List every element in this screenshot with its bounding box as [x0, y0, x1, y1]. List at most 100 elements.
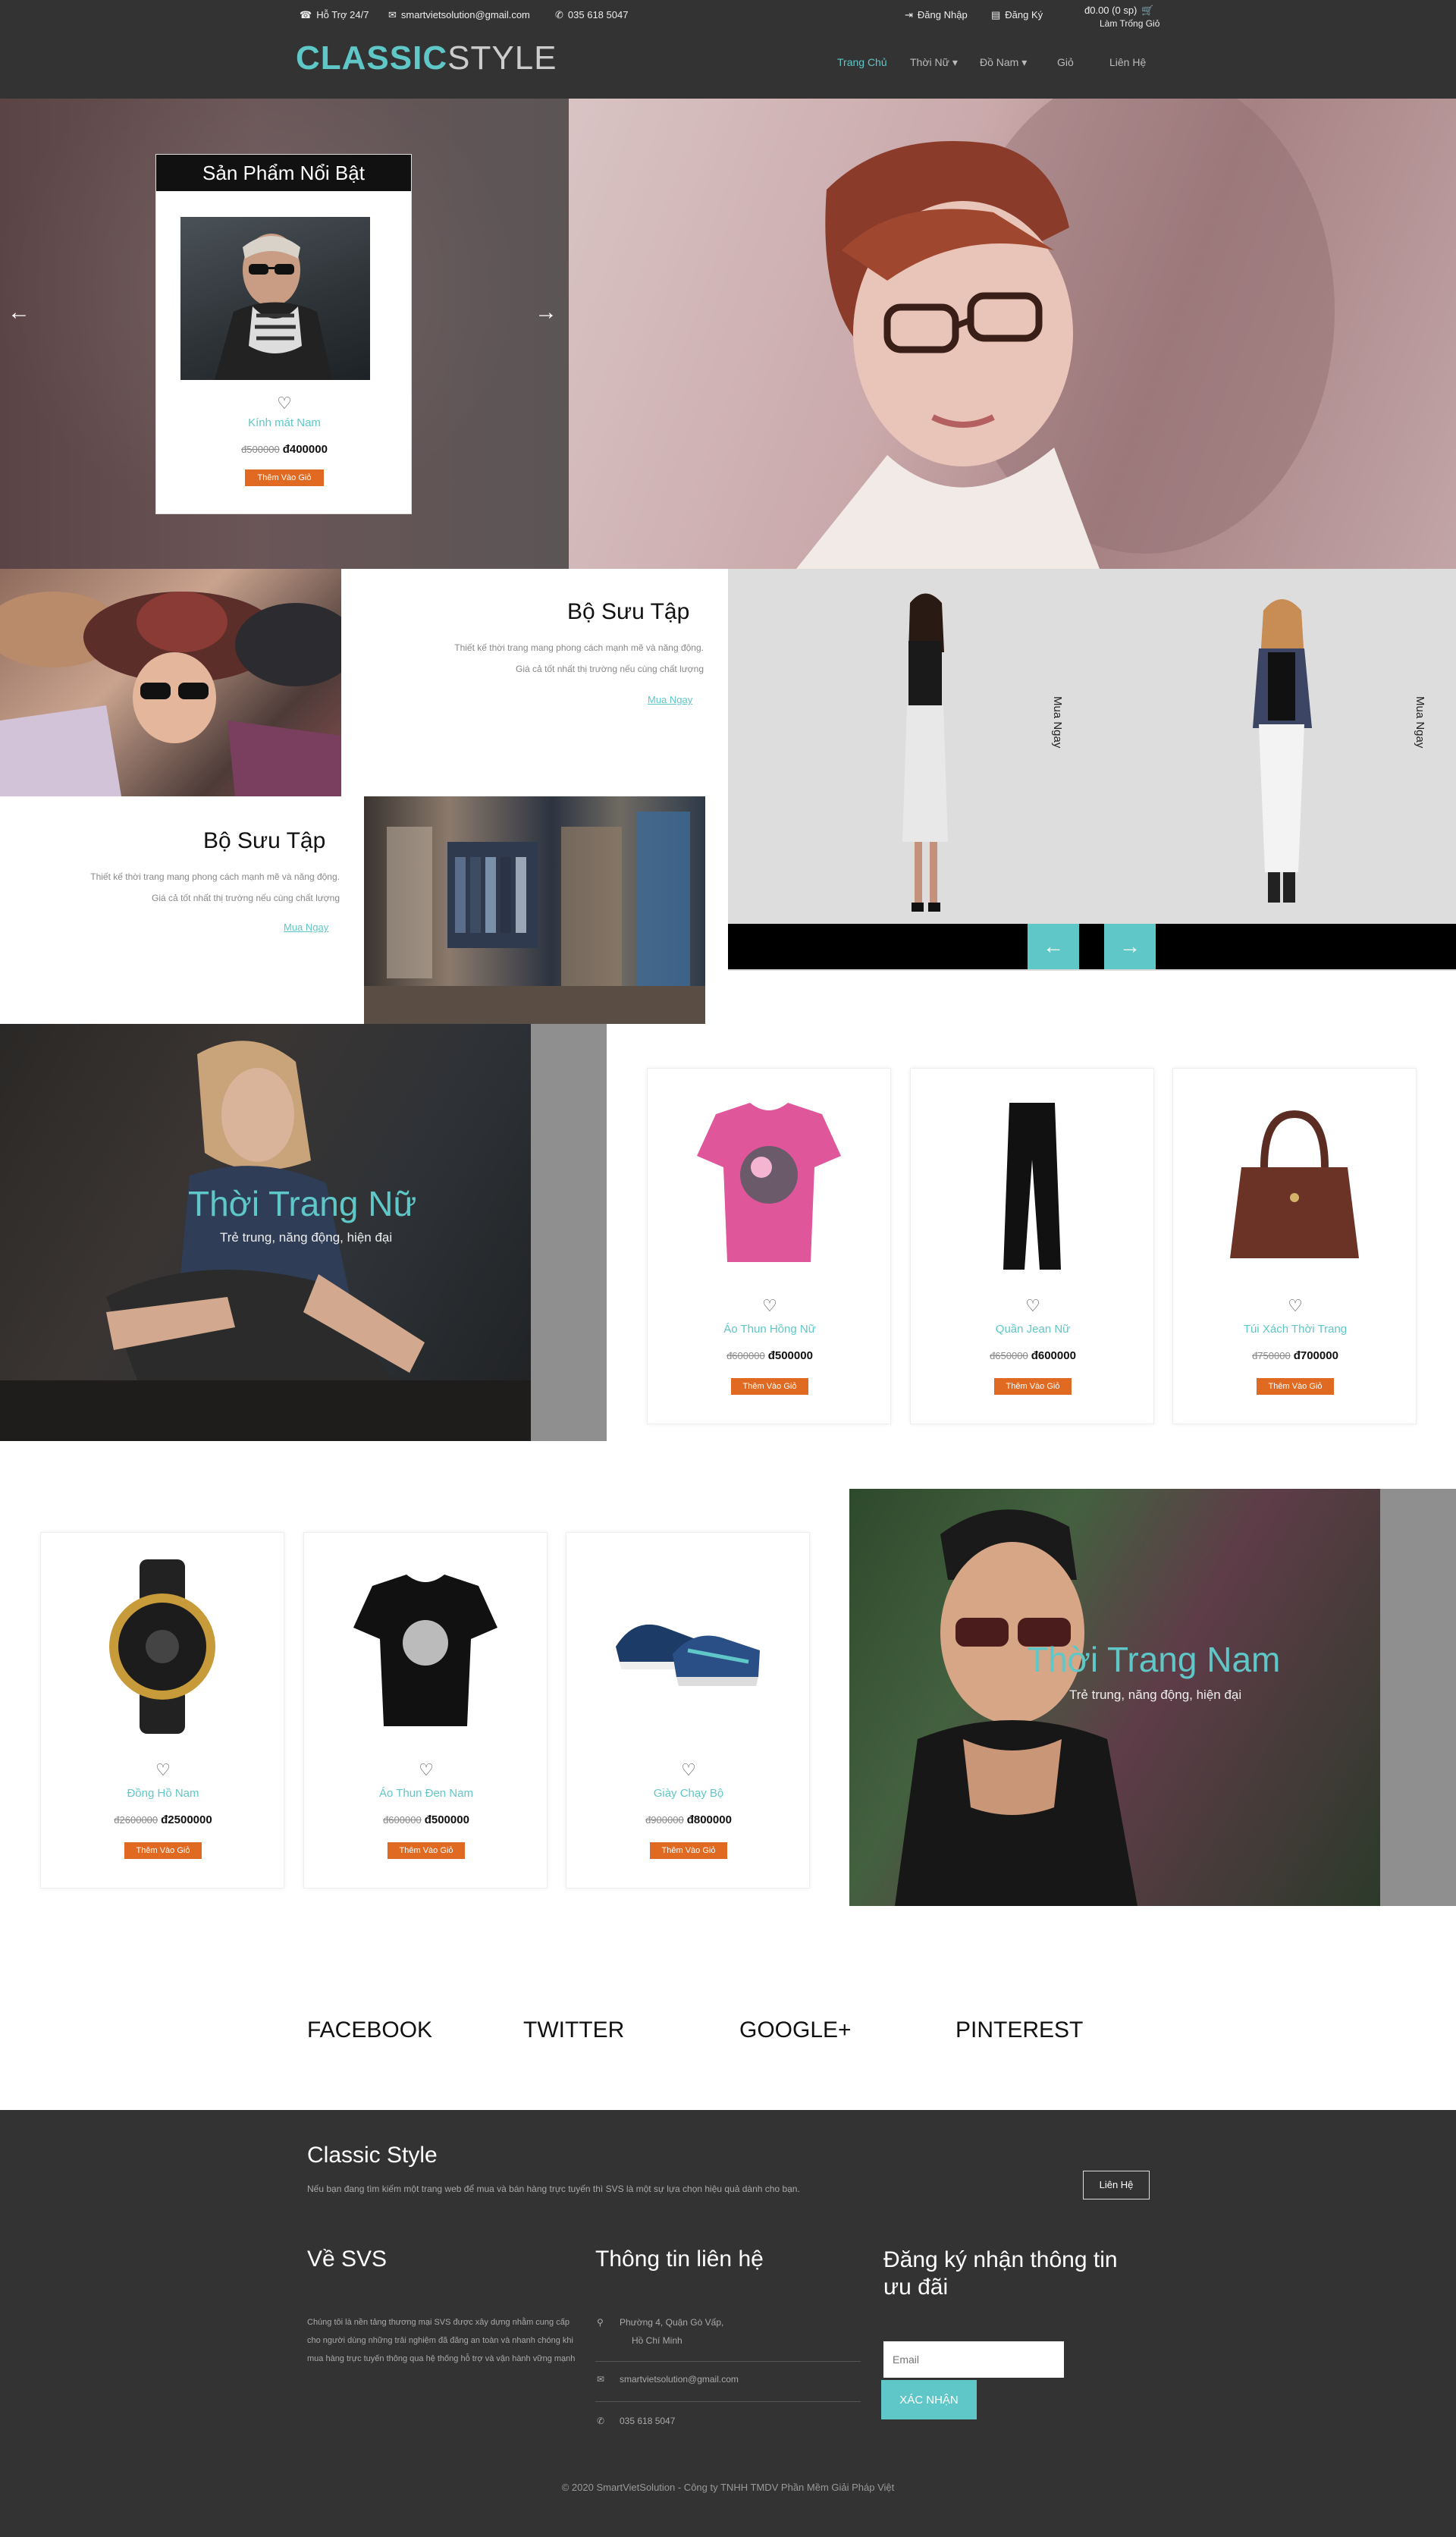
collection-image-store[interactable]: [364, 796, 705, 1024]
featured-prev-arrow[interactable]: ←: [8, 300, 30, 325]
nav-cart[interactable]: Giỏ: [1057, 56, 1074, 68]
brown-handbag-image[interactable]: [1211, 1091, 1378, 1273]
women-banner-title: Thời Trang Nữ: [188, 1184, 417, 1223]
footer-address: Phường 4, Quận Gò Vấp, Hồ Chí Minh: [620, 2317, 724, 2346]
women-fashion-banner[interactable]: Thời Trang Nữ Trẻ trung, năng động, hiện…: [0, 1024, 531, 1441]
social-twitter-link[interactable]: TWITTER: [523, 2017, 624, 2043]
email-info[interactable]: ✉ smartvietsolution@gmail.com: [388, 9, 530, 20]
footer-about-text: Chúng tôi là nền tảng thương mại SVS đượ…: [307, 2318, 576, 2363]
heart-icon[interactable]: ♡: [648, 1296, 892, 1316]
hats-illustration: [0, 592, 341, 796]
heart-icon[interactable]: ♡: [156, 394, 413, 413]
product-card: ♡ Giày Chạy Bộ đ900000 đ800000 Thêm Vào G…: [566, 1532, 810, 1889]
pink-tshirt-image[interactable]: [686, 1091, 852, 1273]
register-link[interactable]: ▤ Đăng Ký: [991, 9, 1043, 20]
product-card: ♡ Túi Xách Thời Trang đ750000 đ700000 Thê…: [1172, 1068, 1417, 1424]
site-logo[interactable]: CLASSICSTYLE: [296, 39, 557, 77]
newsletter-subscribe-button[interactable]: XÁC NHẬN: [881, 2380, 977, 2419]
cart-summary[interactable]: đ0.00 (0 sp) 🛒: [1084, 5, 1154, 16]
product-card: ♡ Áo Thun Đen Nam đ600000 đ500000 Thêm Và…: [303, 1532, 548, 1889]
men-watch-image[interactable]: [79, 1556, 246, 1738]
collection-buy-link[interactable]: Mua Ngay: [648, 694, 692, 705]
add-to-cart-button[interactable]: Thêm Vào Giỏ: [650, 1842, 727, 1859]
men-fashion-banner[interactable]: Thời Trang Nam Trẻ trung, năng động, hiệ…: [849, 1489, 1380, 1906]
social-pinterest-link[interactable]: PINTEREST: [956, 2017, 1083, 2043]
heart-icon[interactable]: ♡: [41, 1760, 285, 1780]
social-facebook-link[interactable]: FACEBOOK: [307, 2017, 432, 2043]
nav-contact[interactable]: Liên Hệ: [1109, 56, 1146, 68]
map-marker-icon: ⚲: [597, 2317, 604, 2328]
empty-cart-link[interactable]: Làm Trống Giỏ: [1100, 18, 1159, 29]
collection-desc: Thiết kế thời trang mang phong cách mạnh…: [454, 642, 704, 674]
product-price: đ750000 đ700000: [1252, 1349, 1338, 1362]
collection-title: Bộ Sưu Tập: [203, 828, 326, 853]
heart-icon[interactable]: ♡: [566, 1760, 811, 1780]
model-slider: Mua Ngay Mua Ngay: [728, 569, 1456, 971]
footer-contact-button[interactable]: Liên Hệ: [1083, 2171, 1150, 2199]
phone-info[interactable]: ✆ 035 618 5047: [555, 9, 628, 20]
add-to-cart-button[interactable]: Thêm Vào Giỏ: [388, 1842, 465, 1859]
product-name[interactable]: Áo Thun Đen Nam: [304, 1787, 548, 1800]
add-to-cart-button[interactable]: Thêm Vào Giỏ: [994, 1378, 1072, 1395]
featured-product-price: đ500000 đ400000: [241, 443, 328, 456]
nav-men[interactable]: Đồ Nam ▾: [980, 56, 1027, 69]
footer-email[interactable]: smartvietsolution@gmail.com: [620, 2370, 847, 2388]
product-card: ♡ Quần Jean Nữ đ650000 đ600000 Thêm Vào G…: [910, 1068, 1154, 1424]
featured-title: Sản Phẩm Nổi Bật: [156, 155, 411, 191]
running-shoes-image[interactable]: [604, 1556, 771, 1738]
headset-icon: ☎: [300, 9, 312, 20]
slider-next-button[interactable]: →: [1104, 924, 1156, 969]
heart-icon[interactable]: ♡: [911, 1296, 1155, 1316]
product-price: đ2600000 đ2500000: [114, 1813, 212, 1826]
collection-image-hats[interactable]: [0, 569, 341, 796]
footer-phone[interactable]: 035 618 5047: [620, 2412, 847, 2430]
hero-banner-woman-glasses: [569, 99, 1456, 569]
envelope-icon: ✉: [388, 9, 397, 20]
product-card: ♡ Đồng Hồ Nam đ2600000 đ2500000 Thêm Vào …: [40, 1532, 284, 1889]
product-price: đ650000 đ600000: [990, 1349, 1076, 1362]
collection-desc: Thiết kế thời trang mang phong cách mạnh…: [90, 871, 340, 903]
add-to-cart-button[interactable]: Thêm Vào Giỏ: [1257, 1378, 1334, 1395]
phone-icon: ✆: [597, 2416, 605, 2426]
black-jeans-image[interactable]: [949, 1091, 1116, 1273]
slide-buy-link-1[interactable]: Mua Ngay: [1051, 696, 1064, 748]
featured-product-name[interactable]: Kính mát Nam: [156, 416, 413, 429]
footer-divider: [595, 2361, 861, 2362]
featured-add-to-cart-button[interactable]: Thêm Vào Giỏ: [245, 469, 324, 486]
envelope-icon: ✉: [597, 2374, 605, 2385]
footer-contact-title: Thông tin liên hệ: [595, 2247, 764, 2272]
footer-newsletter-title: Đăng ký nhận thông tin ưu đãi: [883, 2247, 1118, 2300]
men-banner-side: [1380, 1489, 1456, 1906]
men-banner-title: Thời Trang Nam: [1027, 1640, 1281, 1679]
footer-about-title: Về SVS: [307, 2247, 388, 2272]
heart-icon[interactable]: ♡: [304, 1760, 548, 1780]
add-to-cart-button[interactable]: Thêm Vào Giỏ: [124, 1842, 202, 1859]
slide-buy-link-2[interactable]: Mua Ngay: [1414, 696, 1426, 748]
product-name[interactable]: Áo Thun Hồng Nữ: [648, 1323, 892, 1336]
book-icon: ▤: [991, 9, 1001, 20]
site-header: ☎ Hỗ Trợ 24/7 ✉ smartvietsolution@gmail.co…: [0, 0, 1456, 99]
models-illustration: [902, 593, 1312, 912]
featured-next-arrow[interactable]: →: [535, 300, 557, 325]
slider-controls: ← →: [728, 924, 1456, 969]
add-to-cart-button[interactable]: Thêm Vào Giỏ: [731, 1378, 808, 1395]
product-name[interactable]: Quần Jean Nữ: [911, 1323, 1155, 1336]
login-link[interactable]: ⇥ Đăng Nhập: [905, 9, 968, 20]
featured-product-card: Sản Phẩm Nổi Bật ♡ Kính mát Nam đ500000 đ…: [155, 154, 412, 514]
nav-women[interactable]: Thời Nữ ▾: [910, 56, 958, 69]
newsletter-email-input[interactable]: [883, 2341, 1064, 2378]
collection-buy-link[interactable]: Mua Ngay: [284, 922, 328, 933]
product-name[interactable]: Đồng Hồ Nam: [41, 1787, 285, 1800]
black-tshirt-image[interactable]: [342, 1556, 509, 1738]
featured-product-image[interactable]: [180, 217, 370, 380]
product-price: đ600000 đ500000: [726, 1349, 813, 1362]
heart-icon[interactable]: ♡: [1173, 1296, 1417, 1316]
social-google-link[interactable]: GOOGLE+: [739, 2017, 852, 2043]
collection-block-1: Bộ Sưu Tập Thiết kế thời trang mang phon…: [341, 569, 728, 796]
product-name[interactable]: Giày Chạy Bộ: [566, 1787, 811, 1800]
woman-portrait-illustration: [796, 99, 1335, 569]
slider-prev-button[interactable]: ←: [1028, 924, 1079, 969]
nav-home[interactable]: Trang Chủ: [837, 56, 887, 68]
product-name[interactable]: Túi Xách Thời Trang: [1173, 1323, 1417, 1336]
clothing-store-illustration: [364, 812, 705, 1024]
